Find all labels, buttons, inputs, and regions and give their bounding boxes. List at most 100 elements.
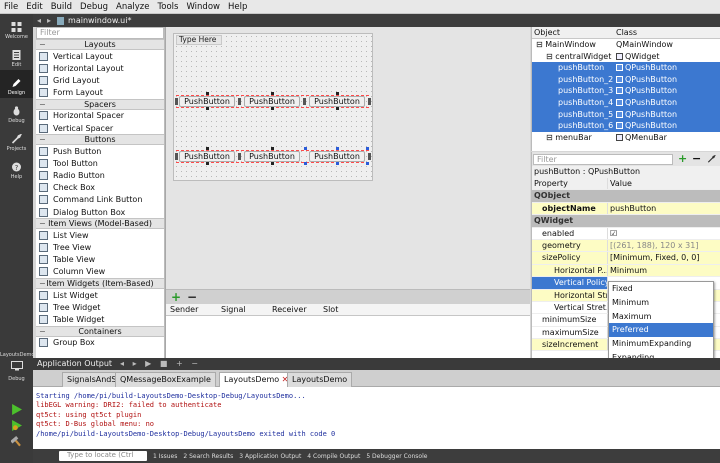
mode-welcome[interactable]: Welcome [0, 14, 33, 42]
debug-run-icon[interactable] [11, 420, 22, 431]
property-value[interactable]: [(261, 188), 120 x 31] [608, 240, 720, 251]
collapse-icon[interactable]: − [39, 135, 46, 144]
push-button-6[interactable]: PushButton [309, 151, 365, 162]
expand-icon[interactable]: ⊟ [546, 133, 555, 142]
widget-item[interactable]: Vertical Spacer [36, 122, 164, 134]
menu-type-here[interactable]: Type Here [176, 35, 222, 45]
property-value[interactable]: Minimum [608, 265, 720, 276]
menu-edit[interactable]: Edit [26, 2, 42, 12]
widget-category-header[interactable]: − Item Widgets (Item-Based) [36, 278, 164, 289]
widget-item[interactable]: Column View [36, 266, 164, 278]
build-hammer-icon[interactable] [11, 436, 22, 447]
mode-debug[interactable]: Debug [0, 98, 33, 126]
widget-category-header[interactable]: − Buttons [36, 134, 164, 146]
property-filter-input[interactable]: Filter [533, 154, 673, 165]
widget-category-header[interactable]: − Containers [36, 325, 164, 337]
forward-arrow-icon[interactable]: ▸ [47, 16, 51, 25]
document-title[interactable]: mainwindow.ui* [68, 16, 131, 25]
dropdown-option[interactable]: Maximum [609, 310, 713, 324]
col-receiver[interactable]: Receiver [268, 304, 319, 315]
widget-item[interactable]: Push Button [36, 145, 164, 157]
widget-item[interactable]: Table View [36, 254, 164, 266]
menu-help[interactable]: Help [228, 2, 247, 12]
widget-item[interactable]: Horizontal Spacer [36, 110, 164, 122]
output-tab[interactable]: LayoutsDemo ✕ [219, 372, 294, 387]
output-tab[interactable]: QMessageBoxExample [115, 372, 216, 387]
col-object[interactable]: Object [532, 27, 616, 38]
remove-property-icon[interactable]: − [692, 152, 701, 165]
property-row[interactable]: geometry [(261, 188), 120 x 31] [532, 239, 720, 253]
menu-debug[interactable]: Debug [80, 2, 108, 12]
widget-category-header[interactable]: − Layouts [36, 39, 164, 50]
push-button-3[interactable]: PushButton [309, 96, 365, 107]
widget-item[interactable]: Command Link Button [36, 194, 164, 206]
property-value[interactable]: pushButton [608, 203, 720, 214]
push-button-1[interactable]: PushButton [179, 96, 235, 107]
collapse-icon[interactable]: − [39, 40, 46, 49]
collapse-icon[interactable]: − [39, 100, 46, 109]
mode-edit[interactable]: Edit [0, 42, 33, 70]
object-tree-row[interactable]: pushButton QPushButton [532, 62, 720, 74]
status-pane-search-results[interactable]: 2 Search Results [183, 453, 233, 460]
object-tree-row[interactable]: pushButton_5 QPushButton [532, 108, 720, 121]
property-value[interactable] [608, 215, 720, 226]
widget-item[interactable]: Horizontal Layout [36, 62, 164, 74]
widget-item[interactable]: Tree Widget [36, 301, 164, 313]
property-row[interactable]: objectName pushButton [532, 202, 720, 216]
status-pane-compile-output[interactable]: 4 Compile Output [307, 453, 360, 460]
add-property-icon[interactable]: + [678, 152, 687, 165]
status-pane-debugger-console[interactable]: 5 Debugger Console [366, 453, 427, 460]
object-tree-row[interactable]: pushButton_2 QPushButton [532, 73, 720, 86]
widget-item[interactable]: Form Layout [36, 87, 164, 99]
property-row[interactable]: QWidget [532, 215, 720, 228]
dropdown-option[interactable]: Fixed [609, 282, 713, 296]
back-arrow-icon[interactable]: ◂ [37, 16, 41, 25]
col-property[interactable]: Property [532, 178, 608, 190]
collapse-icon[interactable]: − [39, 279, 46, 288]
push-button-5[interactable]: PushButton [244, 151, 300, 162]
col-value[interactable]: Value [608, 178, 720, 189]
property-row[interactable]: sizePolicy [Minimum, Fixed, 0, 0] [532, 252, 720, 265]
kit-selector[interactable]: LayoutsDemo Debug [0, 352, 34, 382]
col-class[interactable]: Class [616, 27, 637, 38]
dropdown-option[interactable]: Preferred [609, 323, 713, 338]
tools-icon[interactable] [707, 155, 716, 163]
status-pane-application-output[interactable]: 3 Application Output [239, 453, 301, 460]
menu-build[interactable]: Build [51, 2, 72, 12]
menu-analyze[interactable]: Analyze [116, 2, 150, 12]
widget-item[interactable]: Vertical Layout [36, 50, 164, 62]
widget-item[interactable]: Tree View [36, 241, 164, 253]
run-icon[interactable] [11, 404, 22, 415]
locator-input[interactable]: Type to locate (Ctrl [59, 451, 147, 461]
widget-item[interactable]: Check Box [36, 182, 164, 194]
widget-item[interactable]: Tool Button [36, 157, 164, 169]
application-output[interactable]: Starting /home/pi/build-LayoutsDemo-Desk… [33, 387, 720, 449]
collapse-icon[interactable]: − [39, 327, 46, 336]
widget-filter-input[interactable]: Filter [36, 27, 164, 39]
widget-category-header[interactable]: − Item Views (Model-Based) [36, 218, 164, 230]
push-button-2[interactable]: PushButton [244, 96, 300, 107]
mode-help[interactable]: ? Help [0, 154, 33, 182]
mode-design[interactable]: Design [0, 70, 33, 98]
widget-item[interactable]: Radio Button [36, 170, 164, 182]
col-signal[interactable]: Signal [217, 304, 268, 315]
object-tree-row[interactable]: pushButton_3 QPushButton [532, 85, 720, 97]
property-value[interactable] [608, 190, 720, 201]
widget-category-header[interactable]: − Spacers [36, 98, 164, 110]
property-row[interactable]: enabled ☑ [532, 227, 720, 240]
dropdown-option[interactable]: Minimum [609, 296, 713, 310]
widget-item[interactable]: Group Box [36, 337, 164, 349]
remove-connection-button[interactable]: − [187, 290, 197, 304]
menu-tools[interactable]: Tools [158, 2, 179, 12]
output-tab[interactable]: LayoutsDemo [287, 372, 353, 387]
property-row[interactable]: QObject [532, 190, 720, 203]
collapse-icon[interactable]: − [39, 219, 46, 228]
menu-file[interactable]: File [4, 2, 18, 12]
output-pane-controls-icon[interactable]: ◂ ▸ ▶ ■ + − [120, 358, 201, 370]
menu-window[interactable]: Window [186, 2, 220, 12]
add-connection-button[interactable]: + [171, 290, 181, 304]
expand-icon[interactable]: ⊟ [536, 40, 545, 49]
object-tree-row[interactable]: ⊟ centralWidget QWidget [532, 51, 720, 63]
object-tree-row[interactable]: pushButton_4 QPushButton [532, 96, 720, 109]
widget-item[interactable]: List Widget [36, 289, 164, 301]
